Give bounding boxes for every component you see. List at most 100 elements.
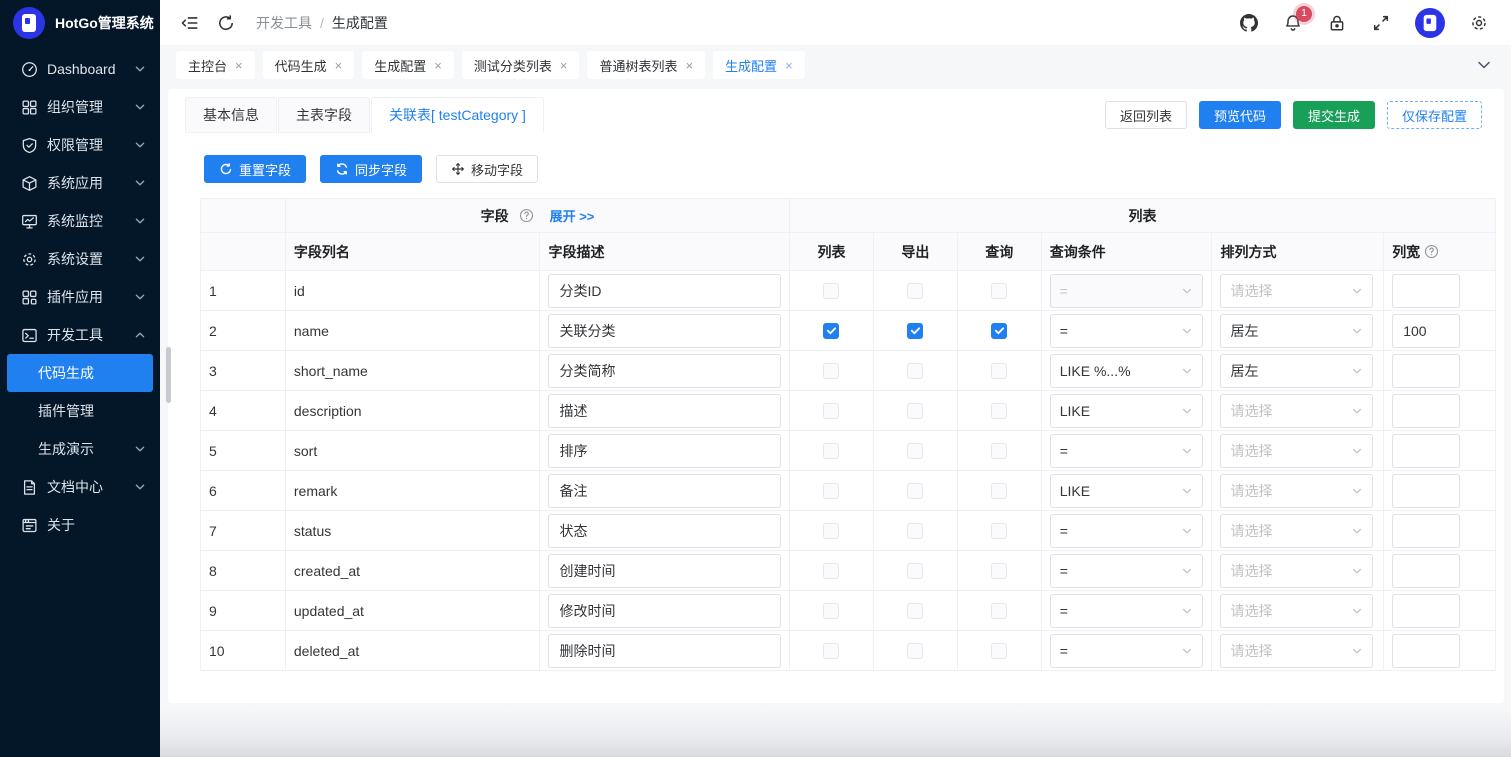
sidebar-item-7[interactable]: 开发工具 <box>0 316 160 354</box>
export-checkbox[interactable] <box>907 563 923 579</box>
width-help-icon[interactable] <box>1424 244 1439 259</box>
sidebar-item-11[interactable]: 文档中心 <box>0 468 160 506</box>
list-checkbox[interactable] <box>823 363 839 379</box>
column-width-input[interactable] <box>1392 314 1460 348</box>
align-select[interactable]: 请选择 <box>1220 274 1373 308</box>
align-select[interactable]: 居左 <box>1220 354 1373 388</box>
github-icon[interactable] <box>1239 13 1259 33</box>
column-width-input[interactable] <box>1392 354 1460 388</box>
close-icon[interactable]: × <box>560 59 568 72</box>
field-desc-input[interactable] <box>548 434 781 468</box>
sidebar-subitem-9[interactable]: 插件管理 <box>0 392 160 430</box>
export-checkbox[interactable] <box>907 283 923 299</box>
column-width-input[interactable] <box>1392 274 1460 308</box>
column-width-input[interactable] <box>1392 594 1460 628</box>
sidebar-item-2[interactable]: 权限管理 <box>0 126 160 164</box>
column-width-input[interactable] <box>1392 434 1460 468</box>
open-tab-1[interactable]: 代码生成× <box>263 51 355 79</box>
align-select[interactable]: 请选择 <box>1220 554 1373 588</box>
open-tab-3[interactable]: 测试分类列表× <box>462 51 580 79</box>
field-desc-input[interactable] <box>548 354 781 388</box>
column-width-input[interactable] <box>1392 394 1460 428</box>
query-condition-select[interactable]: LIKE <box>1050 474 1204 508</box>
column-width-input[interactable] <box>1392 554 1460 588</box>
menu-collapse-icon[interactable] <box>180 13 200 33</box>
close-icon[interactable]: × <box>335 59 343 72</box>
export-checkbox[interactable] <box>907 323 923 339</box>
reset-fields-button[interactable]: 重置字段 <box>204 155 306 183</box>
field-desc-input[interactable] <box>548 514 781 548</box>
query-condition-select[interactable]: LIKE %...% <box>1050 354 1204 388</box>
query-checkbox[interactable] <box>991 483 1007 499</box>
list-checkbox[interactable] <box>823 523 839 539</box>
reload-icon[interactable] <box>216 13 236 33</box>
settings-gear-icon[interactable] <box>1469 13 1489 33</box>
back-to-list-button[interactable]: 返回列表 <box>1105 101 1187 129</box>
sidebar-subitem-10[interactable]: 生成演示 <box>0 430 160 468</box>
list-checkbox[interactable] <box>823 643 839 659</box>
expand-columns-link[interactable]: 展开 >> <box>550 206 595 225</box>
fullscreen-icon[interactable] <box>1371 13 1391 33</box>
field-desc-input[interactable] <box>548 474 781 508</box>
open-tab-0[interactable]: 主控台× <box>176 51 255 79</box>
sidebar-item-0[interactable]: Dashboard <box>0 50 160 88</box>
export-checkbox[interactable] <box>907 603 923 619</box>
query-condition-select[interactable]: = <box>1050 274 1204 308</box>
tabs-dropdown-chevron-icon[interactable] <box>1477 59 1491 71</box>
query-condition-select[interactable]: LIKE <box>1050 394 1204 428</box>
field-help-icon[interactable] <box>519 208 534 223</box>
list-checkbox[interactable] <box>823 483 839 499</box>
align-select[interactable]: 居左 <box>1220 314 1373 348</box>
field-desc-input[interactable] <box>548 554 781 588</box>
export-checkbox[interactable] <box>907 483 923 499</box>
align-select[interactable]: 请选择 <box>1220 514 1373 548</box>
open-tab-4[interactable]: 普通树表列表× <box>587 51 705 79</box>
sidebar-item-6[interactable]: 插件应用 <box>0 278 160 316</box>
column-width-input[interactable] <box>1392 634 1460 668</box>
align-select[interactable]: 请选择 <box>1220 474 1373 508</box>
move-fields-button[interactable]: 移动字段 <box>436 155 538 183</box>
query-checkbox[interactable] <box>991 363 1007 379</box>
list-checkbox[interactable] <box>823 443 839 459</box>
export-checkbox[interactable] <box>907 363 923 379</box>
align-select[interactable]: 请选择 <box>1220 594 1373 628</box>
field-desc-input[interactable] <box>548 594 781 628</box>
query-condition-select[interactable]: = <box>1050 514 1204 548</box>
list-checkbox[interactable] <box>823 403 839 419</box>
query-checkbox[interactable] <box>991 403 1007 419</box>
query-condition-select[interactable]: = <box>1050 554 1204 588</box>
close-icon[interactable]: × <box>685 59 693 72</box>
tab-basic-info[interactable]: 基本信息 <box>185 97 277 133</box>
close-icon[interactable]: × <box>434 59 442 72</box>
user-avatar[interactable] <box>1415 8 1445 38</box>
query-checkbox[interactable] <box>991 443 1007 459</box>
query-checkbox[interactable] <box>991 563 1007 579</box>
query-checkbox[interactable] <box>991 523 1007 539</box>
open-tab-5[interactable]: 生成配置× <box>713 51 805 79</box>
open-tab-2[interactable]: 生成配置× <box>362 51 454 79</box>
field-desc-input[interactable] <box>548 394 781 428</box>
export-checkbox[interactable] <box>907 443 923 459</box>
list-checkbox[interactable] <box>823 283 839 299</box>
query-condition-select[interactable]: = <box>1050 434 1204 468</box>
field-desc-input[interactable] <box>548 274 781 308</box>
notifications-bell-icon[interactable]: 1 <box>1283 13 1303 33</box>
sidebar-item-3[interactable]: 系统应用 <box>0 164 160 202</box>
tab-main-fields[interactable]: 主表字段 <box>278 97 370 133</box>
align-select[interactable]: 请选择 <box>1220 394 1373 428</box>
lock-icon[interactable] <box>1327 13 1347 33</box>
query-checkbox[interactable] <box>991 323 1007 339</box>
sidebar-item-1[interactable]: 组织管理 <box>0 88 160 126</box>
list-checkbox[interactable] <box>823 603 839 619</box>
sidebar-item-5[interactable]: 系统设置 <box>0 240 160 278</box>
sidebar-item-4[interactable]: 系统监控 <box>0 202 160 240</box>
field-desc-input[interactable] <box>548 314 781 348</box>
export-checkbox[interactable] <box>907 523 923 539</box>
breadcrumb-parent[interactable]: 开发工具 <box>256 13 312 33</box>
query-condition-select[interactable]: = <box>1050 634 1204 668</box>
app-logo[interactable]: HotGo管理系统 <box>0 0 160 46</box>
close-icon[interactable]: × <box>235 59 243 72</box>
align-select[interactable]: 请选择 <box>1220 634 1373 668</box>
query-condition-select[interactable]: = <box>1050 594 1204 628</box>
preview-code-button[interactable]: 预览代码 <box>1199 101 1281 129</box>
